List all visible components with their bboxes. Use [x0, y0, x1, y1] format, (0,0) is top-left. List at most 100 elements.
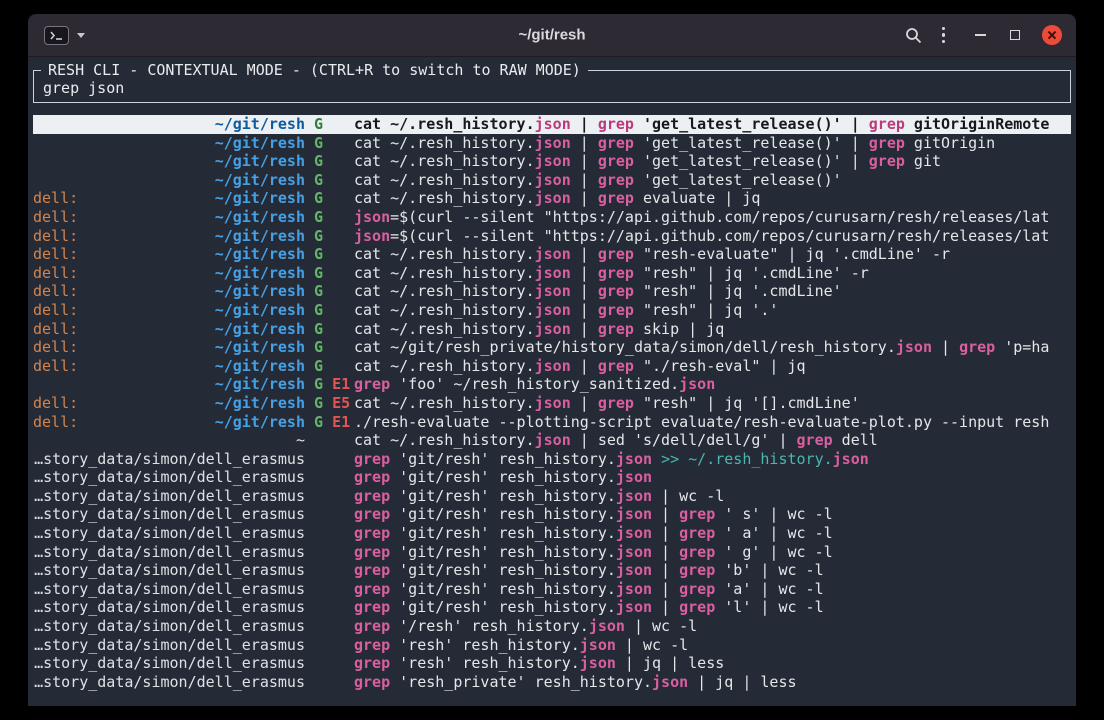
history-row[interactable]: dell:~/git/reshGcat ~/.resh_history.json…: [33, 357, 1071, 376]
match-highlight: json: [616, 450, 652, 468]
match-highlight: grep: [959, 338, 995, 356]
history-row[interactable]: dell:~/git/reshGcat ~/.resh_history.json…: [33, 301, 1071, 320]
match-highlight: json: [616, 487, 652, 505]
match-highlight: grep: [354, 617, 390, 635]
history-row[interactable]: …story_data/simon/dell_erasmusgrep 'resh…: [33, 654, 1071, 673]
status-flags: G E5: [314, 394, 354, 413]
match-highlight: json: [535, 245, 571, 263]
match-highlight: json: [535, 282, 571, 300]
status-flags: [314, 598, 354, 617]
row-location: dell:~/git/resh: [33, 320, 305, 339]
command-segment: "resh" | jq '[].cmdLine': [634, 394, 860, 412]
directory-label: …story_data/simon/dell_erasmus: [33, 468, 305, 487]
new-tab-button[interactable]: [44, 26, 69, 45]
history-row[interactable]: …story_data/simon/dell_erasmusgrep 'git/…: [33, 487, 1071, 506]
command-text: grep 'git/resh' resh_history.json | grep…: [354, 598, 1071, 617]
status-flags: G: [314, 227, 354, 246]
history-row[interactable]: …story_data/simon/dell_erasmusgrep '/res…: [33, 617, 1071, 636]
row-location: ~/git/resh: [33, 152, 305, 171]
history-row[interactable]: …story_data/simon/dell_erasmusgrep 'git/…: [33, 524, 1071, 543]
command-segment: 'resh' resh_history.: [390, 654, 580, 672]
match-highlight: json: [535, 264, 571, 282]
command-text: cat ~/.resh_history.json | grep 'get_lat…: [354, 152, 1071, 171]
command-segment: ' s' | wc -l: [715, 505, 832, 523]
history-row[interactable]: …story_data/simon/dell_erasmus grep 'git/…: [33, 468, 1071, 487]
history-row[interactable]: ~cat ~/.resh_history.json | sed 's/dell/…: [33, 431, 1071, 450]
history-row[interactable]: ~/git/reshGcat ~/.resh_history.json | gr…: [33, 134, 1071, 153]
command-segment: 'git/resh' resh_history.: [390, 598, 616, 616]
command-segment: 'resh' resh_history.: [390, 636, 580, 654]
history-row[interactable]: …story_data/simon/dell_erasmusgrep 'git/…: [33, 561, 1071, 580]
menu-button[interactable]: [940, 25, 948, 46]
command-text: grep 'resh' resh_history.json | wc -l: [354, 636, 1071, 655]
row-location: dell:~/git/resh: [33, 301, 305, 320]
match-highlight: json: [580, 654, 616, 672]
match-highlight: json: [652, 673, 688, 691]
history-row[interactable]: ~/git/reshG E1grep 'foo' ~/resh_history_…: [33, 375, 1071, 394]
command-segment: |: [571, 394, 598, 412]
git-flag: G: [314, 301, 323, 319]
history-row[interactable]: ~/git/reshGcat ~/.resh_history.json | gr…: [33, 152, 1071, 171]
command-text: grep 'git/resh' resh_history.json: [354, 468, 1071, 487]
history-row[interactable]: …story_data/simon/dell_erasmus grep 'git/…: [33, 580, 1071, 599]
history-row[interactable]: dell:~/git/reshGjson=$(curl --silent "ht…: [33, 227, 1071, 246]
history-row[interactable]: dell:~/git/reshGjson=$(curl --silent "ht…: [33, 208, 1071, 227]
command-segment: 'resh_private' resh_history.: [390, 673, 652, 691]
match-highlight: grep: [354, 580, 390, 598]
history-row[interactable]: dell:~/git/reshGcat ~/git/resh_private/h…: [33, 338, 1071, 357]
history-row[interactable]: …story_data/simon/dell_erasmusgrep 'resh…: [33, 636, 1071, 655]
history-row[interactable]: ~/git/reshGcat ~/.resh_history.json | gr…: [33, 171, 1071, 190]
match-highlight: json: [535, 357, 571, 375]
directory-label: …story_data/simon/dell_erasmus: [33, 450, 305, 469]
row-location: …story_data/simon/dell_erasmus: [33, 580, 305, 599]
directory-label: …story_data/simon/dell_erasmus: [33, 654, 305, 673]
command-segment: ' a' | wc -l: [715, 524, 832, 542]
search-button[interactable]: [905, 27, 922, 44]
history-row[interactable]: dell:~/git/reshGcat ~/.resh_history.json…: [33, 245, 1071, 264]
command-text: cat ~/.resh_history.json | grep "resh" |…: [354, 282, 1071, 301]
minimize-icon: [975, 34, 986, 36]
command-segment: 'git/resh' resh_history.: [390, 580, 616, 598]
history-row[interactable]: dell:~/git/reshG E5cat ~/.resh_history.j…: [33, 394, 1071, 413]
match-highlight: grep: [598, 115, 634, 133]
host-label: dell:: [33, 208, 78, 227]
command-segment: "resh" | jq '.cmdLine': [634, 282, 842, 300]
row-location: …story_data/simon/dell_erasmus: [33, 598, 305, 617]
window-title: ~/git/resh: [518, 27, 585, 44]
history-row[interactable]: …story_data/simon/dell_erasmusgrep 'git/…: [33, 543, 1071, 562]
tab-dropdown-button[interactable]: [77, 33, 85, 38]
match-highlight: json: [535, 189, 571, 207]
git-flag: G: [314, 264, 323, 282]
history-row[interactable]: ~/git/reshGcat ~/.resh_history.json | gr…: [33, 115, 1071, 134]
directory-label: …story_data/simon/dell_erasmus: [33, 487, 305, 506]
history-row[interactable]: …story_data/simon/dell_erasmus grep 'git/…: [33, 450, 1071, 469]
exit-status-flag: E1: [332, 413, 350, 431]
match-highlight: grep: [354, 375, 390, 393]
command-text: grep 'git/resh' resh_history.json >> ~/.…: [354, 450, 1071, 469]
history-row[interactable]: …story_data/simon/dell_erasmus grep 'git/…: [33, 598, 1071, 617]
command-segment: cat ~/.resh_history.: [354, 189, 535, 207]
command-segment: 'l' | wc -l: [715, 598, 823, 616]
history-row[interactable]: dell:~/git/reshG E1./resh-evaluate --plo…: [33, 413, 1071, 432]
row-location: dell:~/git/resh: [33, 357, 305, 376]
history-row[interactable]: dell:~/git/reshGcat ~/.resh_history.json…: [33, 320, 1071, 339]
history-row[interactable]: …story_data/simon/dell_erasmusgrep 'resh…: [33, 673, 1071, 692]
history-row[interactable]: dell:~/git/reshGcat ~/.resh_history.json…: [33, 189, 1071, 208]
command-text: grep 'foo' ~/resh_history_sanitized.json: [354, 375, 1071, 394]
command-segment: gitOriginRemote: [905, 115, 1050, 133]
match-highlight: grep: [679, 561, 715, 579]
match-highlight: grep: [354, 468, 390, 486]
minimize-button[interactable]: [975, 34, 1010, 36]
host-label: dell:: [33, 189, 78, 208]
history-row[interactable]: …story_data/simon/dell_erasmusgrep 'git/…: [33, 505, 1071, 524]
history-row[interactable]: dell:~/git/reshGcat ~/.resh_history.json…: [33, 264, 1071, 283]
command-segment: 'get_latest_release()': [634, 171, 842, 189]
directory-label: …story_data/simon/dell_erasmus: [33, 561, 305, 580]
resh-search-box[interactable]: RESH CLI - CONTEXTUAL MODE - (CTRL+R to …: [33, 70, 1071, 103]
match-highlight: grep: [797, 431, 833, 449]
row-location: ~/git/resh: [33, 171, 305, 190]
close-button[interactable]: [1042, 25, 1062, 45]
status-flags: G: [314, 357, 354, 376]
history-row[interactable]: dell:~/git/reshGcat ~/.resh_history.json…: [33, 282, 1071, 301]
restore-button[interactable]: [1010, 30, 1042, 40]
